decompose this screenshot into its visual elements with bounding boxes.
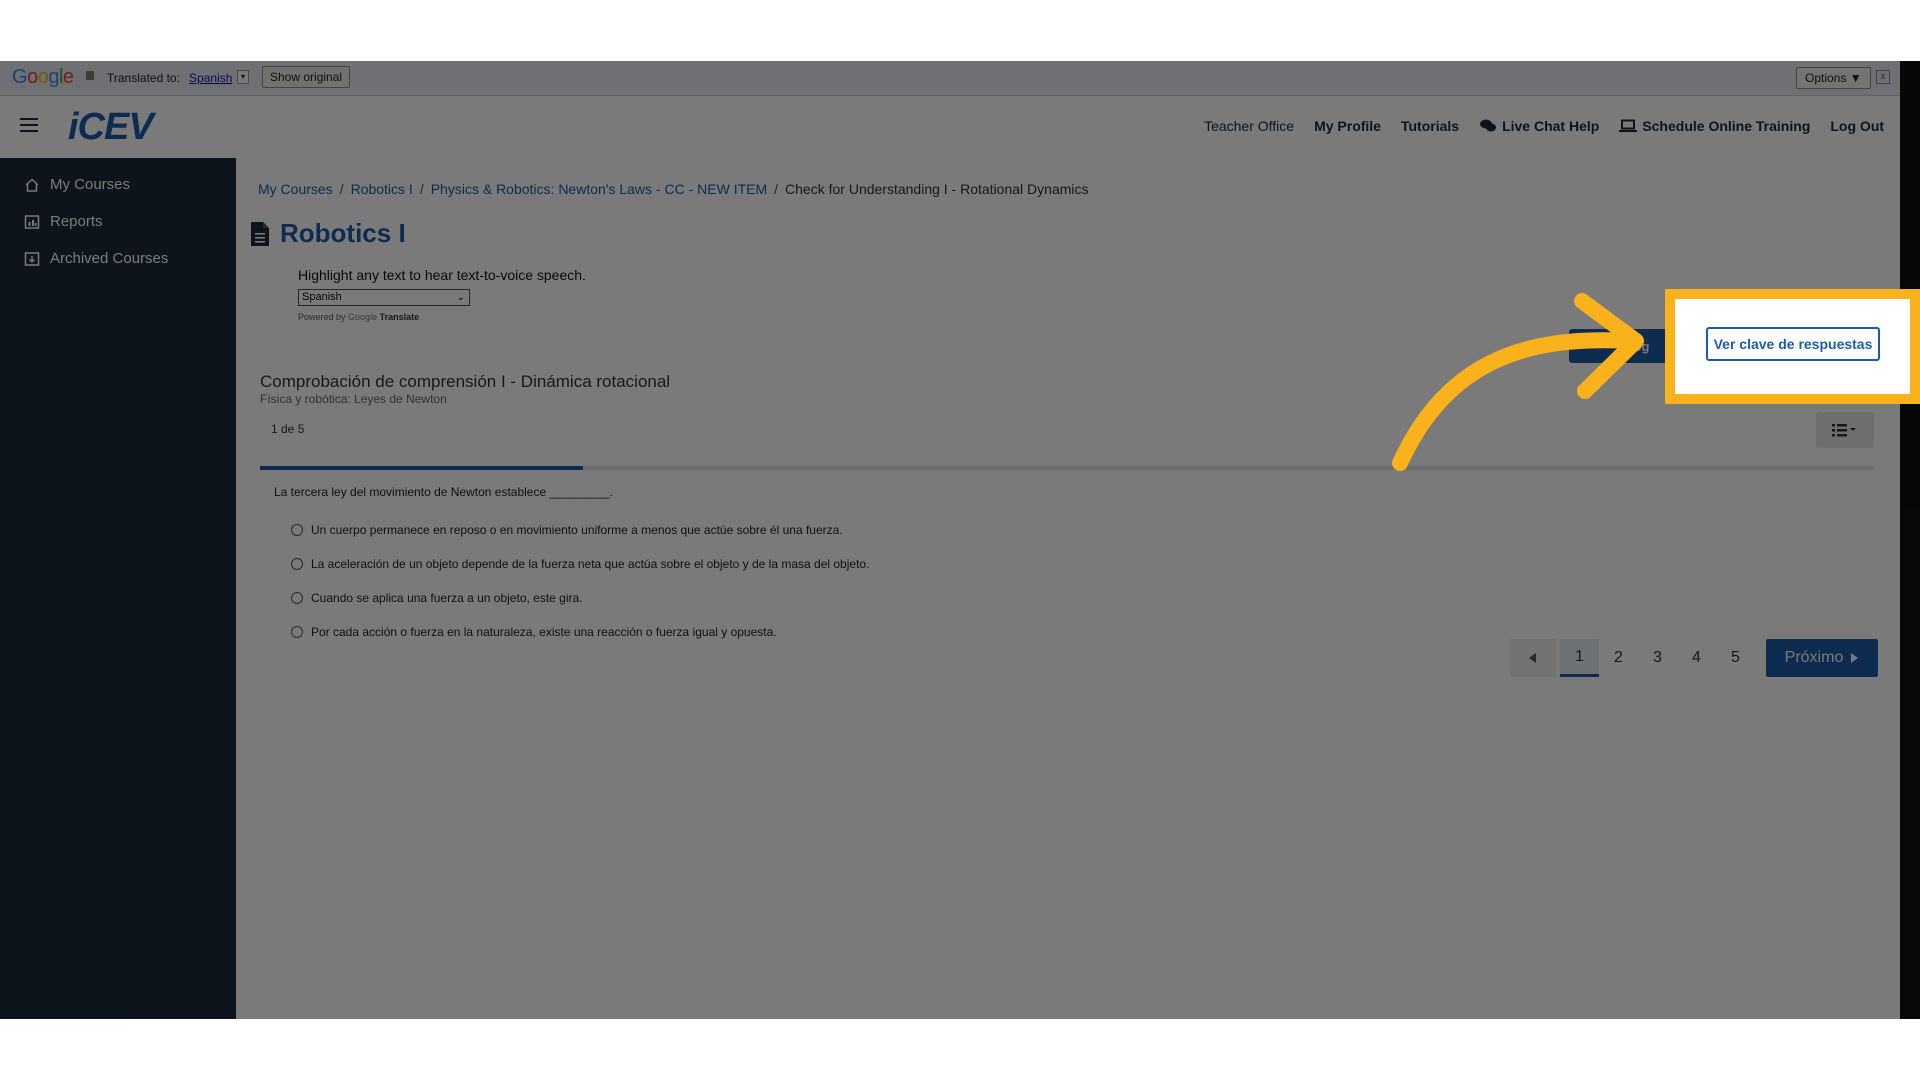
document-icon bbox=[251, 221, 269, 246]
sidebar-item-label: Reports bbox=[50, 213, 103, 230]
sidebar-item-label: My Courses bbox=[50, 176, 131, 193]
nav-tutorials[interactable]: Tutorials bbox=[1401, 118, 1459, 134]
reports-icon bbox=[24, 214, 40, 229]
nav-schedule-training[interactable]: Schedule Online Training bbox=[1619, 118, 1810, 134]
page-title-text: Robotics I bbox=[280, 218, 406, 248]
logo-text: iCEV bbox=[68, 106, 154, 148]
translate-bar: Google Translated to: Spanish ▾ Show ori… bbox=[0, 61, 1920, 96]
quiz-progress-bar bbox=[260, 466, 1874, 470]
language-select[interactable]: Spanish ⌄ bbox=[298, 289, 470, 306]
nav-label: Tutorials bbox=[1400, 118, 1460, 134]
sidebar-item-label: Archived Courses bbox=[50, 250, 169, 267]
list-dropdown-icon bbox=[1832, 424, 1856, 437]
nav-label: Live Chat Help bbox=[1502, 118, 1600, 134]
previous-page-button[interactable] bbox=[1510, 639, 1556, 677]
top-nav: Teacher Office My Profile Tutorials Live… bbox=[1184, 118, 1884, 134]
laptop-icon bbox=[1619, 119, 1638, 132]
app-window: Google Translated to: Spanish ▾ Show ori… bbox=[0, 61, 1920, 1019]
caret-left-icon bbox=[1529, 653, 1536, 663]
sidebar: My Courses Reports Archived Courses bbox=[0, 158, 236, 1019]
nav-label: Teacher Office bbox=[1204, 118, 1295, 134]
nav-label: Schedule Online Training bbox=[1642, 118, 1811, 134]
archive-icon bbox=[24, 251, 40, 266]
nav-teacher-office[interactable]: Teacher Office bbox=[1204, 118, 1294, 134]
close-icon[interactable]: x bbox=[1876, 70, 1890, 84]
translate-wordmark: Translate bbox=[379, 312, 420, 322]
caret-right-icon bbox=[1851, 653, 1859, 663]
top-header: iCEV Teacher Office My Profile Tutorials… bbox=[0, 96, 1920, 158]
google-logo: Google bbox=[12, 66, 74, 88]
pagination: 1 2 3 4 5 Próximo bbox=[1510, 639, 1878, 677]
page-number[interactable]: 3 bbox=[1638, 639, 1677, 677]
breadcrumb-link[interactable]: Physics & Robotics: Newton's Laws - CC -… bbox=[431, 181, 767, 197]
answer-option-label: Un cuerpo permanece en reposo o en movim… bbox=[311, 523, 843, 537]
sidebar-item-my-courses[interactable]: My Courses bbox=[0, 166, 236, 203]
answer-option[interactable]: La aceleración de un objeto depende de l… bbox=[291, 547, 869, 581]
nav-live-chat-help[interactable]: Live Chat Help bbox=[1479, 118, 1599, 134]
window-edge bbox=[1900, 61, 1920, 1019]
sidebar-item-archived-courses[interactable]: Archived Courses bbox=[0, 240, 236, 277]
breadcrumb-link[interactable]: My Courses bbox=[258, 181, 333, 197]
nav-label: Log Out bbox=[1830, 118, 1884, 134]
sidebar-item-reports[interactable]: Reports bbox=[0, 203, 236, 240]
chevron-down-icon: ⌄ bbox=[456, 292, 465, 303]
next-button-label: Próximo bbox=[1784, 649, 1844, 666]
next-button[interactable]: Próximo bbox=[1766, 639, 1878, 677]
translated-to-label: Translated to: bbox=[107, 71, 180, 85]
answer-option[interactable]: Por cada acción o fuerza en la naturalez… bbox=[291, 615, 869, 649]
show-original-button[interactable]: Show original bbox=[262, 66, 351, 88]
page-number[interactable]: 4 bbox=[1677, 639, 1716, 677]
answer-options: Un cuerpo permanece en reposo o en movim… bbox=[291, 513, 869, 649]
answer-option[interactable]: Un cuerpo permanece en reposo o en movim… bbox=[291, 513, 869, 547]
tts-note: Highlight any text to hear text-to-voice… bbox=[298, 267, 586, 283]
nav-label: My Profile bbox=[1314, 118, 1381, 134]
page-number-active[interactable]: 1 bbox=[1560, 639, 1599, 677]
main-content: My Courses / Robotics I / Physics & Robotics… bbox=[236, 158, 1900, 1019]
powered-by-label: Powered by bbox=[298, 312, 346, 322]
options-button[interactable]: Options ▼ bbox=[1796, 67, 1871, 89]
powered-by-google-translate: Powered by Google Translate bbox=[298, 312, 419, 322]
radio-button[interactable] bbox=[291, 524, 303, 536]
page-number[interactable]: 2 bbox=[1599, 639, 1638, 677]
quiz-progress-fill bbox=[260, 466, 583, 470]
radio-button[interactable] bbox=[291, 626, 303, 638]
page-title: Robotics I bbox=[250, 218, 406, 249]
answer-key-button-label: Ver clave de respuestas bbox=[1713, 336, 1873, 352]
breadcrumb-current: Check for Understanding I - Rotational D… bbox=[785, 181, 1089, 197]
home-icon bbox=[25, 177, 39, 192]
answer-option-label: Por cada acción o fuerza en la naturalez… bbox=[311, 625, 777, 639]
radio-button[interactable] bbox=[291, 592, 303, 604]
page-number[interactable]: 5 bbox=[1716, 639, 1755, 677]
answer-option-label: La aceleración de un objeto depende de l… bbox=[311, 557, 870, 571]
nav-my-profile[interactable]: My Profile bbox=[1314, 118, 1381, 134]
hamburger-menu-icon[interactable] bbox=[20, 118, 38, 132]
chat-bubbles-icon bbox=[1480, 119, 1497, 132]
breadcrumb-link[interactable]: Robotics I bbox=[351, 181, 413, 197]
quiz-subtitle: Física y robótica: Leyes de Newton bbox=[260, 392, 447, 406]
google-wordmark: Google bbox=[348, 312, 378, 322]
progress-button-tail: so bbox=[1624, 331, 1640, 346]
icev-logo[interactable]: iCEV bbox=[68, 106, 154, 149]
breadcrumb: My Courses / Robotics I / Physics & Robotics… bbox=[258, 181, 1089, 197]
chevron-down-icon[interactable]: ▾ bbox=[237, 70, 249, 84]
quiz-title: Comprobación de comprensión I - Dinámica… bbox=[260, 372, 671, 391]
nav-log-out[interactable]: Log Out bbox=[1830, 118, 1884, 134]
lock-icon bbox=[86, 71, 94, 80]
answer-option-label: Cuando se aplica una fuerza a un objeto,… bbox=[311, 591, 583, 605]
language-select-value: Spanish bbox=[302, 291, 342, 303]
answer-key-button[interactable]: Ver clave de respuestas bbox=[1706, 327, 1880, 361]
question-counter: 1 de 5 bbox=[271, 422, 305, 436]
question-text: La tercera ley del movimiento de Newton … bbox=[274, 485, 613, 499]
radio-button[interactable] bbox=[291, 558, 303, 570]
question-list-button[interactable] bbox=[1816, 412, 1874, 448]
translate-language-link[interactable]: Spanish bbox=[189, 71, 232, 85]
answer-option[interactable]: Cuando se aplica una fuerza a un objeto,… bbox=[291, 581, 869, 615]
